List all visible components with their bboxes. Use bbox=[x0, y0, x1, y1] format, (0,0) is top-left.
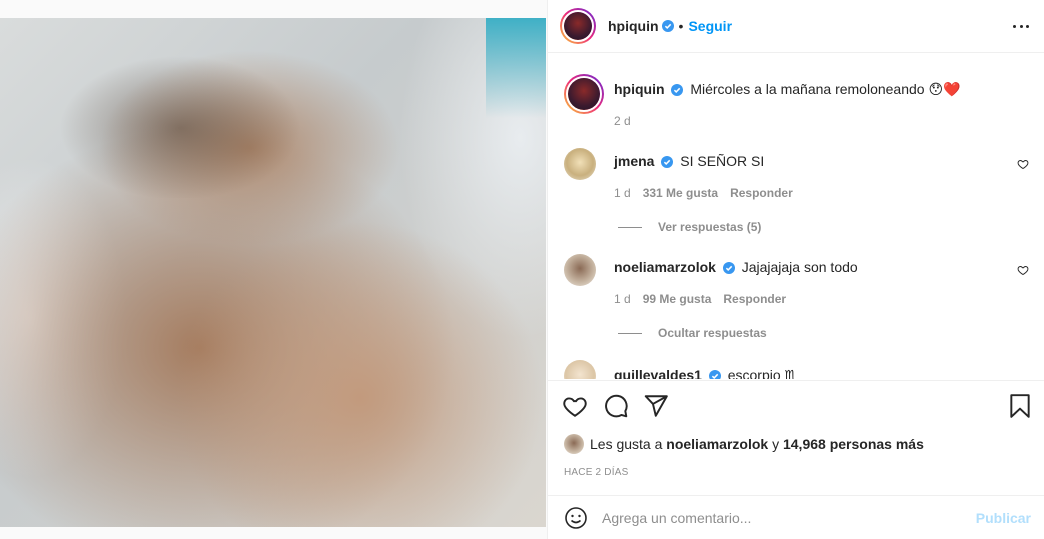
save-icon[interactable] bbox=[1007, 393, 1033, 419]
comment-text: Jajajajaja son todo bbox=[741, 259, 858, 275]
comment-avatar[interactable] bbox=[564, 254, 596, 286]
liker-avatar[interactable] bbox=[564, 434, 584, 454]
verified-icon bbox=[661, 156, 674, 169]
more-options-icon[interactable] bbox=[1013, 20, 1029, 32]
like-comment-icon[interactable] bbox=[1017, 158, 1029, 170]
comment-time[interactable]: 1 d bbox=[614, 186, 631, 200]
photo-shadow bbox=[60, 18, 360, 198]
view-replies-toggle[interactable]: Ver respuestas (5) bbox=[618, 220, 761, 234]
verified-icon bbox=[661, 20, 674, 32]
likes-prefix: Les gusta a bbox=[590, 436, 663, 452]
photo-corner bbox=[486, 18, 546, 118]
share-icon[interactable] bbox=[643, 393, 669, 419]
comment-likes[interactable]: 99 Me gusta bbox=[643, 292, 712, 306]
post-header: hpiquin • Seguir bbox=[548, 0, 1044, 53]
caption-username[interactable]: hpiquin bbox=[614, 81, 665, 97]
comment-composer: Agrega un comentario... Publicar bbox=[548, 495, 1044, 539]
publish-button[interactable]: Publicar bbox=[976, 510, 1031, 526]
author-avatar[interactable] bbox=[560, 8, 596, 44]
comment-meta: 1 d 331 Me gusta Responder bbox=[614, 186, 793, 200]
emoji-icon[interactable] bbox=[564, 506, 588, 530]
comment-avatar[interactable] bbox=[564, 360, 596, 379]
comment-text: SI SEÑOR SI bbox=[680, 153, 765, 169]
post-panel: hpiquin • Seguir hpiquin Miércoles a la … bbox=[547, 0, 1044, 539]
comment-username[interactable]: jmena bbox=[614, 153, 654, 169]
caption-avatar[interactable] bbox=[564, 74, 604, 114]
like-comment-icon[interactable] bbox=[1017, 264, 1029, 276]
reply-button[interactable]: Responder bbox=[723, 292, 786, 306]
author-username[interactable]: hpiquin bbox=[608, 18, 659, 34]
separator-dot: • bbox=[678, 18, 684, 34]
replies-line bbox=[618, 226, 642, 228]
likes-count[interactable]: 14,968 personas más bbox=[783, 436, 924, 452]
liker-username[interactable]: noeliamarzolok bbox=[666, 436, 768, 452]
caption-text: Miércoles a la mañana remoloneando bbox=[690, 81, 925, 97]
comment-username[interactable]: guillevaldes1 bbox=[614, 367, 702, 379]
reply-button[interactable]: Responder bbox=[730, 186, 793, 200]
caption-time[interactable]: 2 d bbox=[614, 114, 631, 128]
post-photo[interactable] bbox=[0, 18, 546, 527]
comment-input[interactable]: Agrega un comentario... bbox=[602, 510, 751, 526]
comments-list[interactable]: hpiquin Miércoles a la mañana remolonean… bbox=[548, 54, 1044, 379]
like-icon[interactable] bbox=[562, 393, 588, 419]
action-bar bbox=[548, 380, 1044, 432]
follow-button[interactable]: Seguir bbox=[688, 18, 732, 34]
verified-icon bbox=[722, 262, 735, 275]
replies-line bbox=[618, 332, 642, 334]
comment-time[interactable]: 1 d bbox=[614, 292, 631, 306]
replies-toggle-label: Ocultar respuestas bbox=[658, 326, 767, 340]
replies-toggle-label: Ver respuestas (5) bbox=[658, 220, 762, 234]
verified-icon bbox=[708, 370, 721, 379]
comment-icon[interactable] bbox=[603, 393, 629, 419]
likes-joiner: y bbox=[772, 436, 780, 452]
comment-username[interactable]: noeliamarzolok bbox=[614, 259, 716, 275]
hide-replies-toggle[interactable]: Ocultar respuestas bbox=[618, 326, 767, 340]
comment-avatar[interactable] bbox=[564, 148, 596, 180]
caption-meta: 2 d bbox=[614, 114, 631, 128]
comment-text: escorpio ♏ bbox=[727, 367, 798, 379]
verified-icon bbox=[671, 84, 684, 97]
comment-likes[interactable]: 331 Me gusta bbox=[643, 186, 718, 200]
post-date[interactable]: HACE 2 DÍAS bbox=[564, 467, 628, 478]
caption-emojis: 😯❤️ bbox=[928, 81, 961, 97]
comment-meta: 1 d 99 Me gusta Responder bbox=[614, 292, 786, 306]
likes-summary: Les gusta a noeliamarzolok y 14,968 pers… bbox=[564, 434, 924, 454]
